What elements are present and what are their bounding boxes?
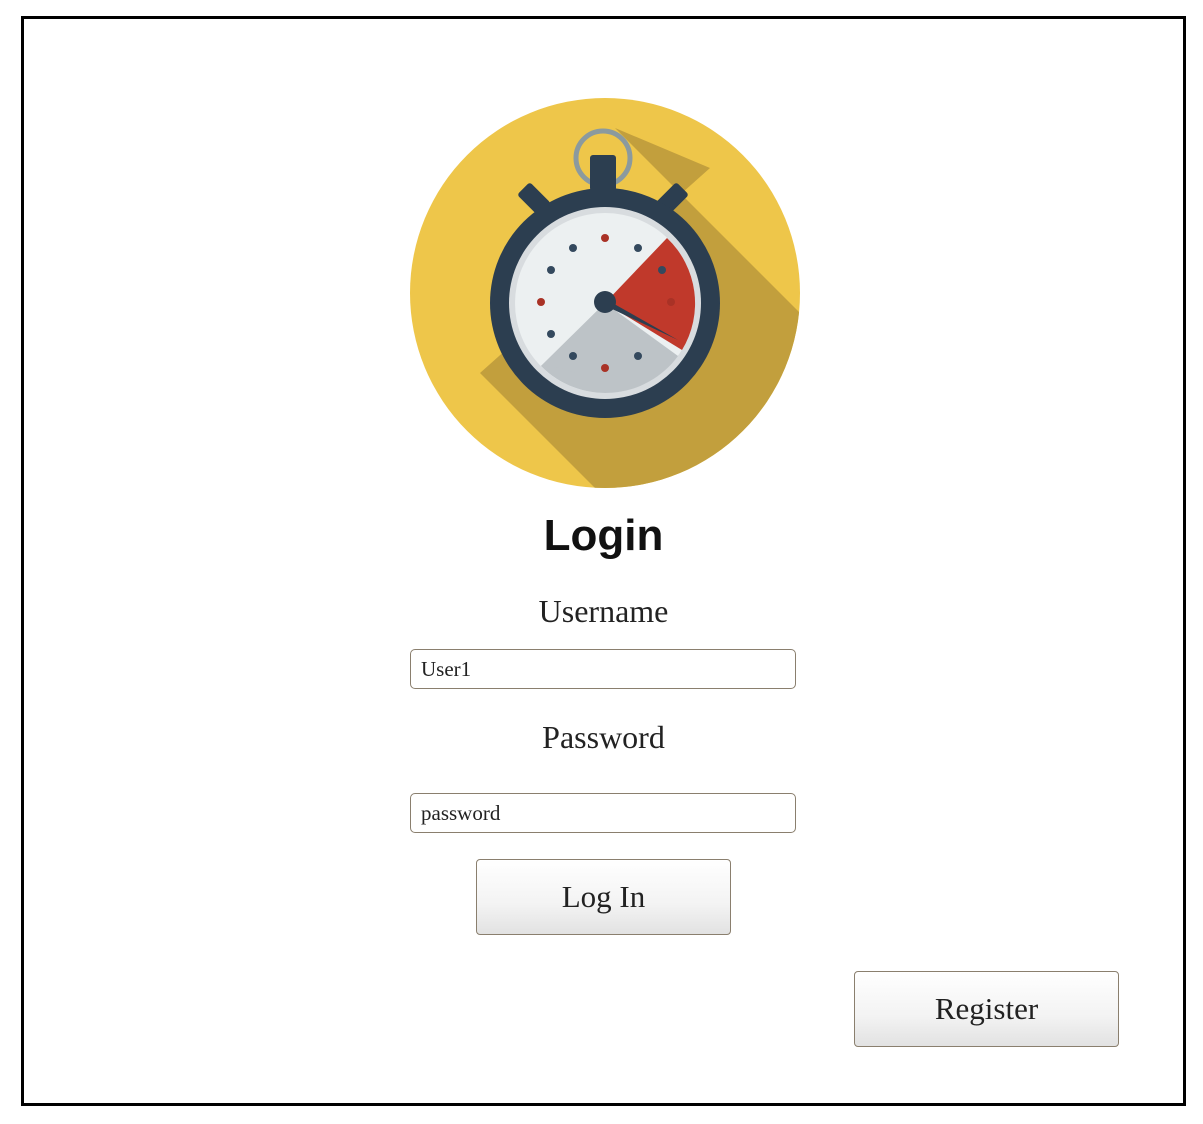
password-label: Password <box>542 719 665 755</box>
page-title: Login <box>543 511 664 560</box>
password-field[interactable] <box>410 793 796 833</box>
stopwatch-icon <box>410 98 800 488</box>
login-button[interactable]: Log In <box>476 859 731 935</box>
register-button[interactable]: Register <box>854 971 1119 1047</box>
username-field[interactable] <box>410 649 796 689</box>
login-panel: Login Username Password Log In Register <box>21 16 1186 1106</box>
username-label: Username <box>538 593 669 629</box>
